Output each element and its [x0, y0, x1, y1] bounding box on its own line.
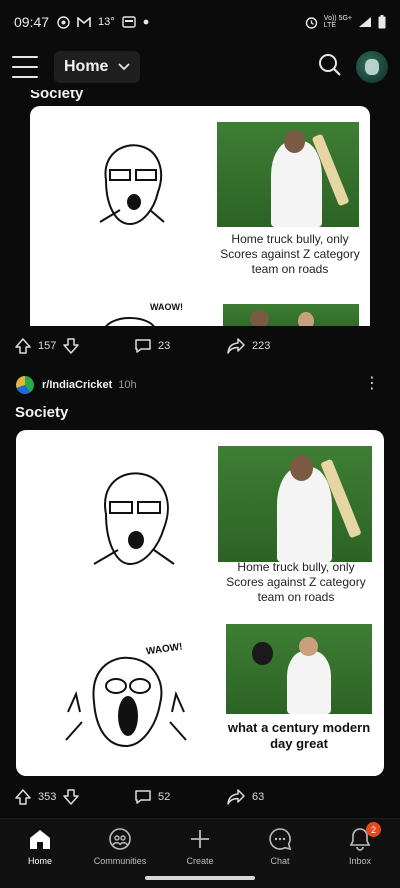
comment-icon [135, 790, 151, 804]
share-icon [227, 789, 245, 805]
comment-count: 52 [158, 791, 171, 803]
home-icon [30, 830, 50, 849]
tv-icon [121, 16, 136, 28]
share-button[interactable]: 63 [226, 788, 264, 806]
vote-group: 157 [14, 337, 124, 355]
chat-icon [269, 828, 292, 851]
upvote-icon[interactable] [14, 788, 32, 806]
comments-button[interactable]: 52 [134, 788, 226, 806]
nav-home[interactable]: Home [0, 819, 80, 888]
vote-group: 353 [14, 788, 124, 806]
nav-inbox[interactable]: 2 Inbox [320, 819, 400, 888]
upvote-count: 353 [38, 791, 57, 803]
user-avatar[interactable] [356, 51, 388, 83]
upvote-icon[interactable] [14, 337, 32, 355]
downvote-icon[interactable] [62, 788, 80, 806]
plus-icon [191, 830, 209, 848]
feed-selector-label: Home [64, 58, 109, 75]
feed-selector[interactable]: Home [54, 51, 141, 83]
nav-create-label: Create [186, 856, 214, 866]
cricket-photo [217, 122, 359, 227]
comments-button[interactable]: 23 [134, 337, 226, 355]
meme-caption: Home truck bully, only Scores against Z … [220, 232, 360, 276]
comment-count: 23 [158, 340, 171, 352]
menu-button[interactable] [12, 56, 38, 78]
search-button[interactable] [318, 53, 342, 82]
post-title[interactable]: Society [0, 404, 68, 421]
post-actions: 157 23 223 [14, 337, 374, 355]
share-button[interactable]: 223 [226, 337, 270, 355]
downvote-icon[interactable] [62, 337, 80, 355]
nav-chat-label: Chat [270, 856, 290, 866]
nav-home-label: Home [27, 856, 52, 866]
status-time: 09:47 [14, 14, 50, 30]
share-count: 63 [252, 791, 265, 803]
wojak-screaming-illustration [65, 656, 187, 748]
status-right-icons: Vo)) 5G+ LTE [305, 15, 386, 29]
status-bar: 09:47 13° Vo)) 5G+ LTE [0, 0, 400, 44]
cricket-photo [226, 624, 372, 714]
network-type: Vo)) 5G+ LTE [323, 15, 352, 29]
nav-communities-label: Communities [93, 856, 147, 866]
more-options-icon[interactable]: ⋮ [364, 376, 380, 392]
target-icon [57, 15, 70, 29]
post-image[interactable]: Home truck bully, only Scores against Z … [16, 430, 384, 776]
post-actions: 353 52 63 [14, 788, 374, 806]
battery-icon [378, 15, 386, 29]
topbar-actions [318, 51, 388, 83]
wojak-illustration [93, 472, 175, 566]
status-temperature: 13° [98, 16, 115, 28]
chevron-down-icon [118, 63, 131, 71]
signal-icon [358, 16, 372, 28]
top-app-bar: Home [0, 44, 400, 90]
cricket-photo [218, 446, 372, 562]
post-time: 10h [118, 379, 137, 391]
meme-caption: Home truck bully, only Scores against Z … [226, 560, 366, 604]
wojak-illustration [105, 317, 155, 326]
comment-icon [135, 339, 151, 353]
home-indicator[interactable] [145, 876, 255, 880]
bottom-navigation: Home Communities Create Chat 2 Inbox [0, 818, 400, 888]
dot-icon [143, 19, 149, 25]
gmail-icon [77, 16, 91, 28]
post-header: r/IndiaCricket 10h [14, 374, 137, 396]
share-count: 223 [252, 340, 271, 352]
nav-inbox-label: Inbox [348, 856, 372, 866]
share-icon [227, 338, 245, 354]
cricket-photo [223, 304, 359, 326]
upvote-count: 157 [38, 340, 57, 352]
subreddit-avatar[interactable] [14, 374, 36, 396]
post-image[interactable]: Home truck bully, only Scores against Z … [30, 106, 370, 326]
wojak-illustration [99, 144, 165, 226]
post-title[interactable]: Society [15, 90, 83, 102]
status-left-icons: 13° [57, 15, 149, 29]
search-icon [319, 53, 341, 76]
communities-icon [109, 828, 131, 850]
feed[interactable]: Society Home truck bully, only Scores ag… [0, 90, 400, 818]
menu-icon [12, 56, 38, 58]
inbox-badge: 2 [366, 822, 381, 837]
subreddit-name[interactable]: r/IndiaCricket [42, 379, 112, 391]
meme-caption: what a century modern day great [227, 720, 371, 752]
alarm-icon [305, 16, 318, 29]
